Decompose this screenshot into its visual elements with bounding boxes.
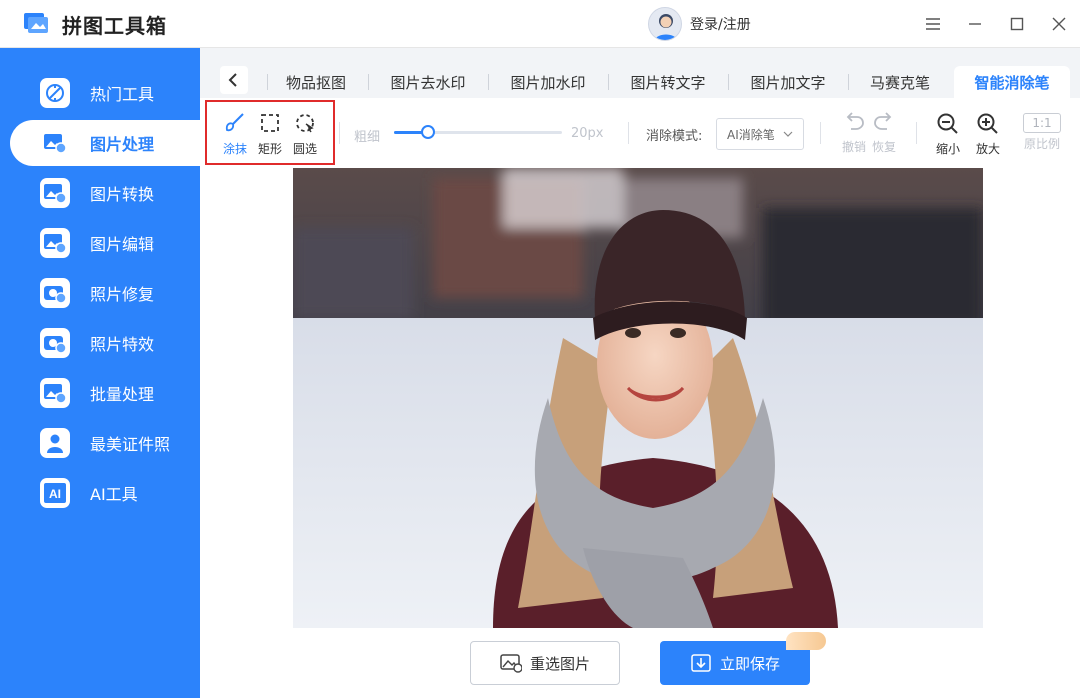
zoom-out-label: 缩小 [935,142,960,156]
divider [820,122,821,144]
slider-handle[interactable] [421,125,435,139]
zoom-out-icon [937,113,958,134]
reselect-label: 重选图片 [529,654,590,673]
ratio-icon: 1:1 [1023,113,1061,133]
redo-icon [874,112,892,130]
menu-icon [926,18,940,30]
minimize-icon [969,23,981,25]
tools-icon [40,78,70,108]
sidebar: 热门工具 图片处理 图片转换 图片编辑 照片修复 照片特效 批量处理 最美证件照… [0,48,200,698]
photo-repair-icon [40,278,70,308]
thickness-value: 20px [571,126,604,141]
tab-object-cutout[interactable]: 物品抠图 [276,66,356,98]
sidebar-item-ai-tools[interactable]: AI AI工具 [10,470,200,516]
sidebar-item-label: 图片编辑 [90,235,155,254]
thickness-label: 粗细 [354,130,381,145]
image-process-icon [40,128,70,158]
sidebar-item-label: 照片修复 [90,285,155,304]
download-icon [690,653,712,673]
title-bar: 拼图工具箱 登录/注册 [0,0,1080,48]
close-button[interactable] [1045,10,1073,38]
zoom-in-icon [977,113,998,134]
sidebar-item-id-photo[interactable]: 最美证件照 [10,420,200,466]
sidebar-item-label: 图片转换 [90,185,155,204]
tab-remove-watermark[interactable]: 图片去水印 [380,66,476,98]
login-label: 登录/注册 [690,17,751,33]
minimize-button[interactable] [961,10,989,38]
divider [916,122,917,144]
sidebar-item-label: 热门工具 [90,85,155,104]
tab-divider [488,74,489,90]
mode-value: AI消除笔 [727,127,775,142]
redo-button[interactable]: 恢复 [866,112,902,155]
original-ratio-label: 原比例 [1023,137,1060,151]
tab-divider [368,74,369,90]
tab-image-to-text[interactable]: 图片转文字 [620,66,716,98]
thickness-slider[interactable] [394,125,562,139]
batch-icon [40,378,70,408]
sidebar-item-label: 最美证件照 [90,435,171,454]
app-title: 拼图工具箱 [62,14,167,38]
image-edit-icon [40,228,70,258]
sidebar-item-image-convert[interactable]: 图片转换 [10,170,200,216]
ai-icon: AI [40,478,70,508]
zoom-in-button[interactable]: 放大 [970,112,1006,157]
sidebar-item-image-process[interactable]: 图片处理 [10,120,200,166]
menu-button[interactable] [919,10,947,38]
maximize-button[interactable] [1003,10,1031,38]
vip-badge [786,632,826,650]
save-label: 立即保存 [719,654,780,673]
sidebar-item-photo-effects[interactable]: 照片特效 [10,320,200,366]
tab-divider [728,74,729,90]
reselect-image-icon [500,653,522,673]
back-button[interactable] [220,66,248,94]
sidebar-item-label: 照片特效 [90,335,155,354]
mode-select[interactable]: AI消除笔 [716,118,804,150]
chevron-down-icon [783,131,793,137]
tab-divider [267,74,268,90]
tab-smart-eraser[interactable]: 智能消除笔 [954,66,1070,98]
image-convert-icon [40,178,70,208]
sidebar-item-image-edit[interactable]: 图片编辑 [10,220,200,266]
tab-mosaic-pen[interactable]: 马赛克笔 [860,66,940,98]
zoom-in-label: 放大 [975,142,1000,156]
avatar [648,7,682,41]
login-button[interactable]: 登录/注册 [648,7,751,41]
id-photo-icon [40,428,70,458]
tab-bar: 物品抠图 图片去水印 图片加水印 图片转文字 图片加文字 马赛克笔 智能消除笔 [200,48,1080,98]
redo-label: 恢复 [871,140,896,154]
tab-divider [848,74,849,90]
tab-divider [608,74,609,90]
photo-canvas[interactable] [293,168,983,628]
tab-add-watermark[interactable]: 图片加水印 [500,66,596,98]
reselect-image-button[interactable]: 重选图片 [470,641,620,685]
app-logo-icon [22,11,50,37]
close-icon [1052,17,1066,31]
divider [628,122,629,144]
original-ratio-button[interactable]: 1:1 原比例 [1018,112,1066,152]
undo-icon [846,112,864,130]
svg-text:AI: AI [49,487,61,501]
tool-highlight-box [205,100,335,165]
sidebar-item-batch[interactable]: 批量处理 [10,370,200,416]
sidebar-item-hot-tools[interactable]: 热门工具 [10,70,200,116]
zoom-out-button[interactable]: 缩小 [930,112,966,157]
chevron-left-icon [228,73,237,87]
photo-effects-icon [40,328,70,358]
sidebar-item-label: AI工具 [90,485,138,504]
maximize-icon [1010,17,1024,31]
divider [339,122,340,144]
mode-label: 消除模式: [646,129,703,144]
sidebar-item-photo-repair[interactable]: 照片修复 [10,270,200,316]
sidebar-item-label: 批量处理 [90,385,155,404]
tab-add-text[interactable]: 图片加文字 [740,66,836,98]
sidebar-item-label: 图片处理 [90,135,155,154]
